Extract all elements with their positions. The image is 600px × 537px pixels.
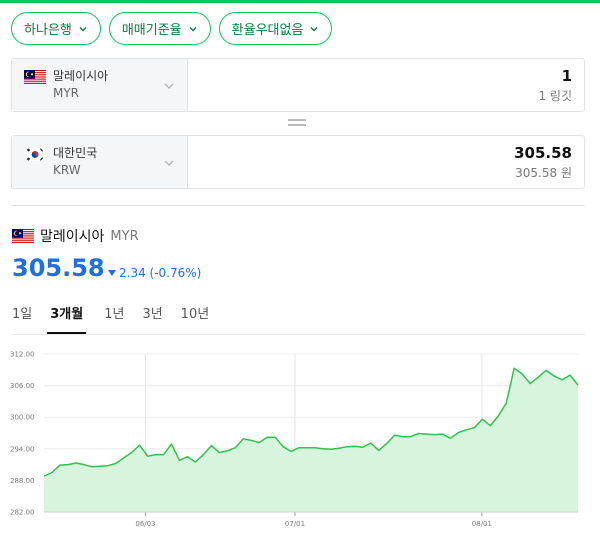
tab-1-year[interactable]: 1년 — [104, 303, 124, 334]
bank-select-label: 하나은행 — [24, 23, 72, 38]
bank-select-button[interactable]: 하나은행 — [11, 12, 101, 45]
rate-change: 2.34 (-0.76%) — [108, 266, 201, 280]
chevron-down-icon — [310, 26, 318, 31]
exchange-rate-chart[interactable]: 312.00 306.00 300.00 294.00 288.00 282.00 06/0… — [0, 344, 600, 537]
y-tick-label: 288.00 — [10, 477, 35, 485]
tab-10-years[interactable]: 10년 — [181, 303, 210, 334]
chevron-down-icon — [79, 26, 87, 31]
currency-code: MYR — [110, 228, 139, 244]
to-currency-select[interactable]: 대한민국 KRW — [12, 136, 188, 188]
tab-3-years[interactable]: 3년 — [142, 303, 162, 334]
y-tick-label: 312.00 — [10, 351, 35, 359]
chevron-down-icon — [164, 83, 174, 89]
to-currency-row: 대한민국 KRW 305.58 305.58 원 — [11, 135, 585, 189]
x-tick-label: 06/03 — [135, 520, 155, 528]
period-tabs: 1일 3개월 1년 3년 10년 — [12, 303, 227, 334]
chevron-down-icon — [164, 160, 174, 166]
filter-bar: 하나은행 매매기준율 환율우대없음 — [11, 12, 333, 45]
tab-underline — [11, 334, 585, 335]
rate-type-label: 매매기준율 — [121, 23, 182, 38]
preferential-rate-label: 환율우대없음 — [231, 23, 304, 38]
to-amount-field[interactable]: 305.58 305.58 원 — [188, 136, 584, 188]
y-tick-label: 282.00 — [10, 509, 35, 517]
down-triangle-icon — [108, 270, 116, 276]
top-accent-bar — [0, 0, 600, 3]
x-tick-label: 07/01 — [285, 520, 305, 528]
malaysia-flag-icon — [24, 70, 46, 85]
south-korea-flag-icon — [24, 147, 46, 162]
section-divider — [11, 205, 585, 206]
from-amount-field[interactable]: 1 1 링깃 — [188, 59, 584, 111]
from-currency-name: 말레이시아 — [53, 69, 109, 83]
to-currency-code: KRW — [53, 163, 81, 177]
to-currency-name: 대한민국 — [53, 146, 98, 160]
to-amount-unit: 305.58 원 — [515, 166, 572, 180]
from-currency-code: MYR — [53, 86, 80, 100]
preferential-rate-select-button[interactable]: 환율우대없음 — [218, 12, 333, 45]
rate-change-value: 2.34 (-0.76%) — [119, 266, 202, 280]
from-amount-input[interactable]: 1 — [562, 67, 572, 85]
from-currency-row: 말레이시아 MYR 1 1 링깃 — [11, 58, 585, 112]
y-tick-label: 306.00 — [10, 382, 35, 390]
x-tick-label: 08/01 — [472, 520, 492, 528]
tab-3-months[interactable]: 3개월 — [47, 303, 87, 334]
from-amount-unit: 1 링깃 — [538, 89, 572, 103]
current-rate: 305.58 — [12, 254, 105, 282]
to-amount-input[interactable]: 305.58 — [514, 144, 572, 162]
tab-1-day[interactable]: 1일 — [12, 303, 32, 334]
from-currency-select[interactable]: 말레이시아 MYR — [12, 59, 188, 111]
chevron-down-icon — [189, 26, 197, 31]
currency-name: 말레이시아 — [40, 229, 105, 245]
rate-type-select-button[interactable]: 매매기준율 — [108, 12, 211, 45]
y-tick-label: 294.00 — [10, 445, 35, 453]
y-tick-label: 300.00 — [10, 414, 35, 422]
equals-icon — [288, 119, 306, 127]
currency-header: 말레이시아 MYR — [12, 226, 139, 246]
area-fill — [44, 368, 578, 512]
malaysia-flag-icon — [12, 228, 34, 244]
